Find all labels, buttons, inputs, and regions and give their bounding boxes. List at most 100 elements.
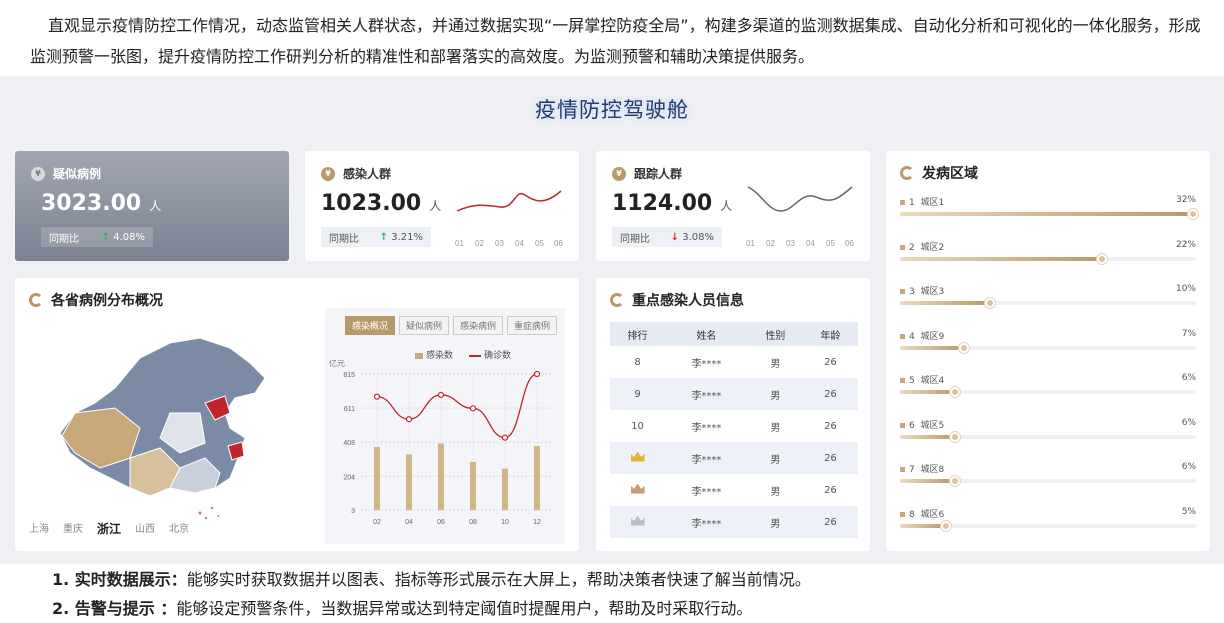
spark-tick: 06 [554,239,563,248]
map-tab-chongqing[interactable]: 重庆 [63,520,83,537]
chart-tab-infected[interactable]: 感染病例 [453,316,504,335]
compare-label: 同期比 [49,233,79,245]
bar [534,446,540,510]
cell-age: 26 [802,506,858,538]
district-rank: 2 [909,242,915,253]
district-rank: 3 [909,287,915,297]
district-handle[interactable] [950,431,960,442]
cell-age: 26 [802,378,858,410]
line-point [501,434,509,441]
district-label: 3 城区3 [900,284,944,297]
district-title: 发病区域 [900,163,978,183]
district-fill [900,212,1194,216]
district-handle[interactable] [1097,253,1107,264]
cell-gender: 男 [770,358,781,370]
cell-name: 李**** [665,506,748,538]
compare-change: 3.08% [682,231,714,243]
infection-chart: 亿元 3 204 408 611 815 02 04 06 08 10 12 [329,360,553,526]
arrow-down-icon: ↓ [670,231,680,243]
series-line [376,373,538,439]
kpi-value: 1023.00 人 [321,191,442,216]
district-track [900,431,1196,442]
ring-icon [610,293,624,307]
district-percent: 6% [1181,373,1196,383]
key-persons-title-text: 重点感染人员信息 [632,293,744,309]
dashboard: 疫情防控驾驶舱 ¥ 疑似病例 3023.00 人 同期比 ↑ 4.08% ¥ 感染… [0,76,1224,564]
cell-age: 26 [802,442,858,474]
district-percent: 6% [1181,462,1196,472]
district-label: 2 城区2 [900,240,944,253]
map-tab-zhejiang[interactable]: 浙江 [97,520,121,537]
district-fill [900,390,956,394]
bullet-label: 2. 告警与提示 ： [52,599,177,618]
bullet-icon [900,467,905,472]
cell-name: 李**** [691,486,722,498]
kpi-header: ¥ 感染人群 [321,165,391,182]
bar [374,446,380,510]
map-tab-shanxi[interactable]: 山西 [135,520,155,537]
key-persons-card: 重点感染人员信息 排行 姓名 性别 年龄 8 李**** 男 26 9 李**** 男 26 1… [596,278,870,551]
table-row[interactable]: 10 李**** 男 26 [610,410,858,442]
table-row[interactable]: 9 李**** 男 26 [610,378,858,410]
kpi-header: ¥ 疑似病例 [31,165,101,182]
map-tabs: 上海 重庆 浙江 山西 北京 [29,520,189,537]
map-tab-beijing[interactable]: 北京 [169,520,189,537]
kpi-title: 跟踪人群 [634,167,683,181]
spark-tick: 01 [746,239,755,248]
table-row[interactable]: 8 李**** 男 26 [610,346,858,378]
col-gender: 性别 [747,322,803,346]
table-row[interactable]: 李**** 男 26 [610,474,858,506]
chart-tab-severe[interactable]: 重症病例 [507,316,558,335]
kpi-card-infected[interactable]: ¥ 感染人群 1023.00 人 同期比 ↑ 3.21% 01 02 03 04 … [305,151,579,261]
cell-rank [610,506,666,538]
cell-name: 李**** [665,378,748,410]
kpi-value: 1124.00 人 [612,191,733,216]
district-handle[interactable] [950,387,960,397]
crown-icon [630,515,645,526]
district-card: 发病区域 1 城区1 32% 2 城区2 22% 3 城区3 10% 4 城区9 7% 5 城区… [886,151,1210,551]
intro-paragraph: 直观显示疫情防控工作情况，动态监管相关人群状态，并通过数据实现“一屏掌控防疫全局… [30,16,1201,66]
kpi-value: 3023.00 人 [41,191,162,216]
bullet-item: 2. 告警与提示 ：能够设定预警条件，当数据异常或达到特定阈值时提醒用户，帮助及… [52,594,811,623]
yuan-coin-icon: ¥ [612,166,626,181]
district-fill [900,523,947,528]
district-percent: 6% [1181,417,1196,428]
line-point [437,391,445,399]
line-point [469,405,477,412]
table-row[interactable]: 李**** 男 26 [610,442,858,474]
line-point [533,370,541,378]
compare-label: 同期比 [620,233,650,245]
bullet-icon [900,333,905,339]
province-title-text: 各省病例分布概况 [51,293,163,309]
x-tick-label: 08 [469,519,477,526]
district-rank: 1 [909,198,915,208]
kpi-compare: 同期比 ↑ 3.21% [321,227,431,247]
district-fill [900,345,965,350]
chart-tab-suspected[interactable]: 疑似病例 [399,316,450,335]
bar [438,443,444,510]
kpi-card-suspected[interactable]: ¥ 疑似病例 3023.00 人 同期比 ↑ 4.08% [15,151,289,261]
district-handle[interactable] [959,342,969,353]
yuan-coin-icon: ¥ [321,166,335,181]
district-handle[interactable] [1188,209,1198,219]
map-tab-shanghai[interactable]: 上海 [29,520,49,537]
crown-icon [630,483,645,494]
table-row[interactable]: 李**** 男 26 [610,506,858,538]
district-handle[interactable] [950,476,960,486]
district-percent: 32% [1175,195,1196,205]
district-handle[interactable] [941,520,951,531]
chart-tab-overview[interactable]: 感染概况 [345,316,396,335]
kpi-unit: 人 [720,199,733,213]
china-map[interactable] [20,318,310,528]
bullet-icon [900,200,905,205]
sparkline-infected: 01 02 03 04 05 06 [455,190,563,248]
district-rank: 6 [909,420,915,431]
y-tick-label: 408 [343,440,355,447]
bullet-icon [900,289,905,294]
col-age: 年龄 [802,322,858,346]
line-point [405,416,413,423]
spark-tick: 05 [535,239,544,248]
bullet-label: 1. 实时数据展示： [52,570,187,589]
kpi-card-tracked[interactable]: ¥ 跟踪人群 1124.00 人 同期比 ↓ 3.08% 01 02 03 04 … [596,151,870,261]
district-handle[interactable] [985,298,995,308]
